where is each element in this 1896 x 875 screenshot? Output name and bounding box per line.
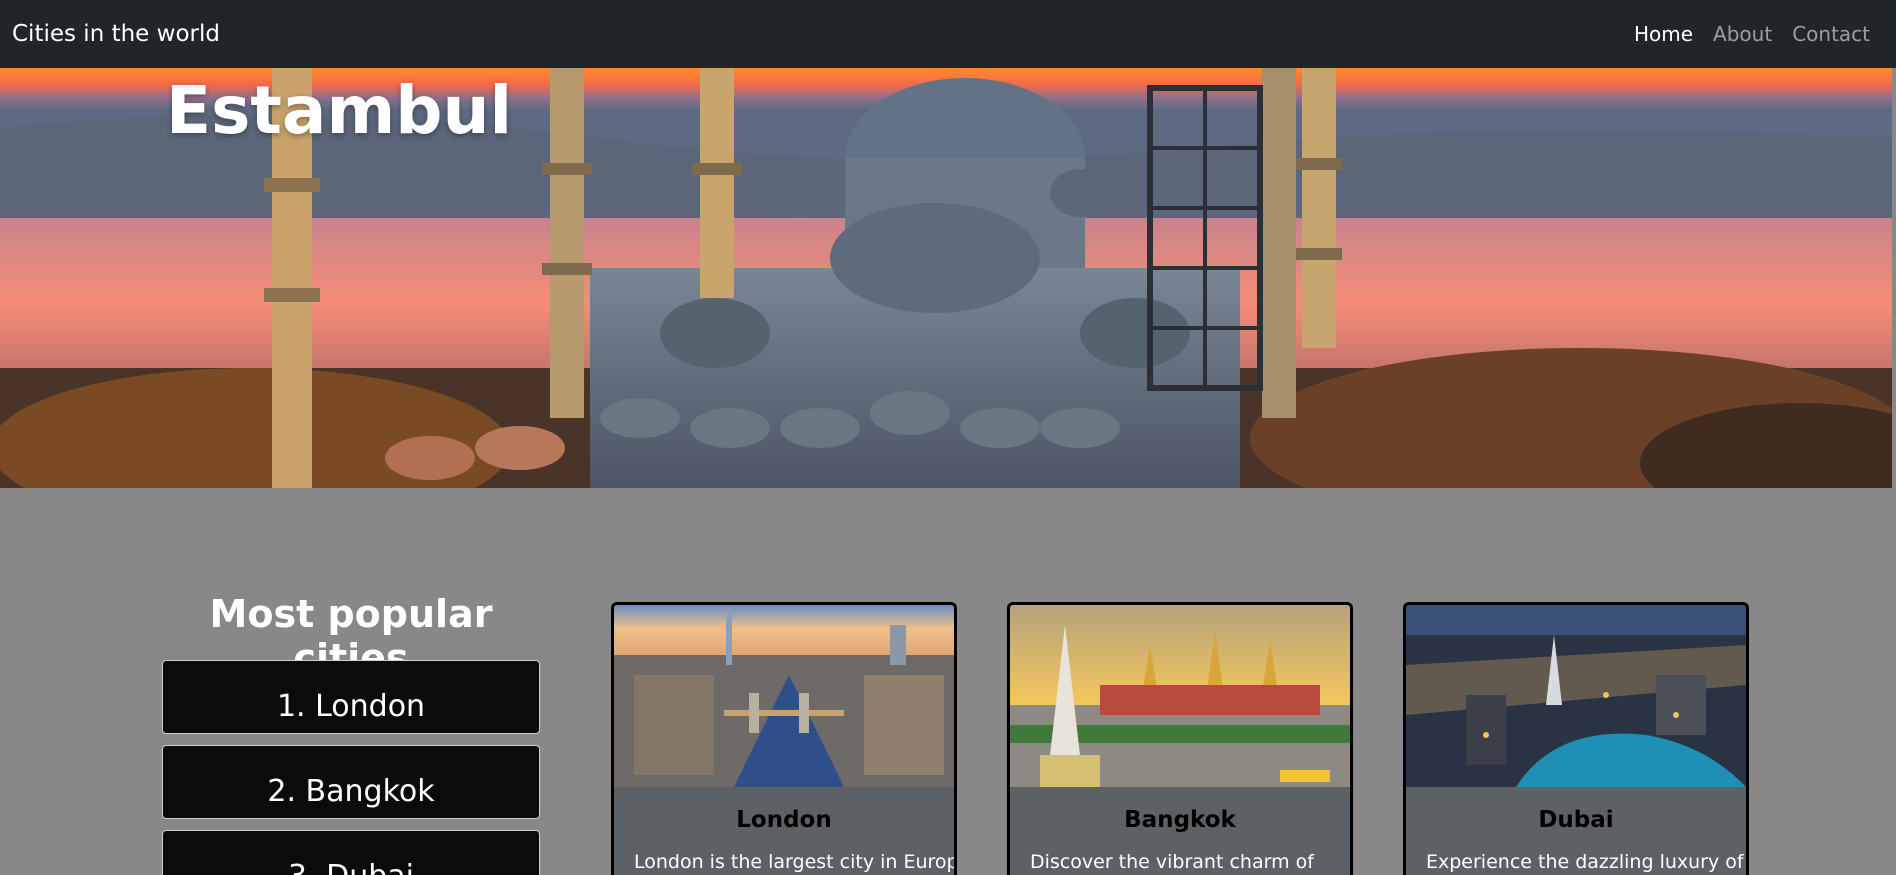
bangkok-image (1010, 605, 1350, 787)
dubai-image (1406, 605, 1746, 787)
city-list-item-dubai[interactable]: 3. Dubai (162, 830, 540, 875)
london-image (614, 605, 954, 787)
brand-link[interactable]: Cities in the world (12, 21, 220, 47)
city-list-item-london[interactable]: 1. London (162, 660, 540, 734)
card-title-london: London (736, 807, 832, 833)
city-list-item-bangkok[interactable]: 2. Bangkok (162, 745, 540, 819)
city-card-dubai[interactable]: Dubai Experience the dazzling luxury of (1403, 602, 1749, 875)
city-card-london[interactable]: London London is the largest city in Eur… (611, 602, 957, 875)
hero-title: Estambul (166, 72, 513, 149)
card-title-bangkok: Bangkok (1124, 807, 1236, 833)
nav-links: Home About Contact (1634, 22, 1870, 46)
card-title-dubai: Dubai (1538, 807, 1614, 833)
hero-banner: Estambul (0, 68, 1892, 488)
card-text-dubai: Experience the dazzling luxury of (1426, 851, 1744, 873)
city-card-bangkok[interactable]: Bangkok Discover the vibrant charm of (1007, 602, 1353, 875)
nav-link-about[interactable]: About (1713, 22, 1772, 46)
card-text-bangkok: Discover the vibrant charm of (1030, 851, 1314, 873)
nav-link-contact[interactable]: Contact (1792, 22, 1870, 46)
navbar: Cities in the world Home About Contact (0, 0, 1896, 68)
nav-link-home[interactable]: Home (1634, 22, 1693, 46)
card-text-london: London is the largest city in Europe (634, 851, 957, 873)
